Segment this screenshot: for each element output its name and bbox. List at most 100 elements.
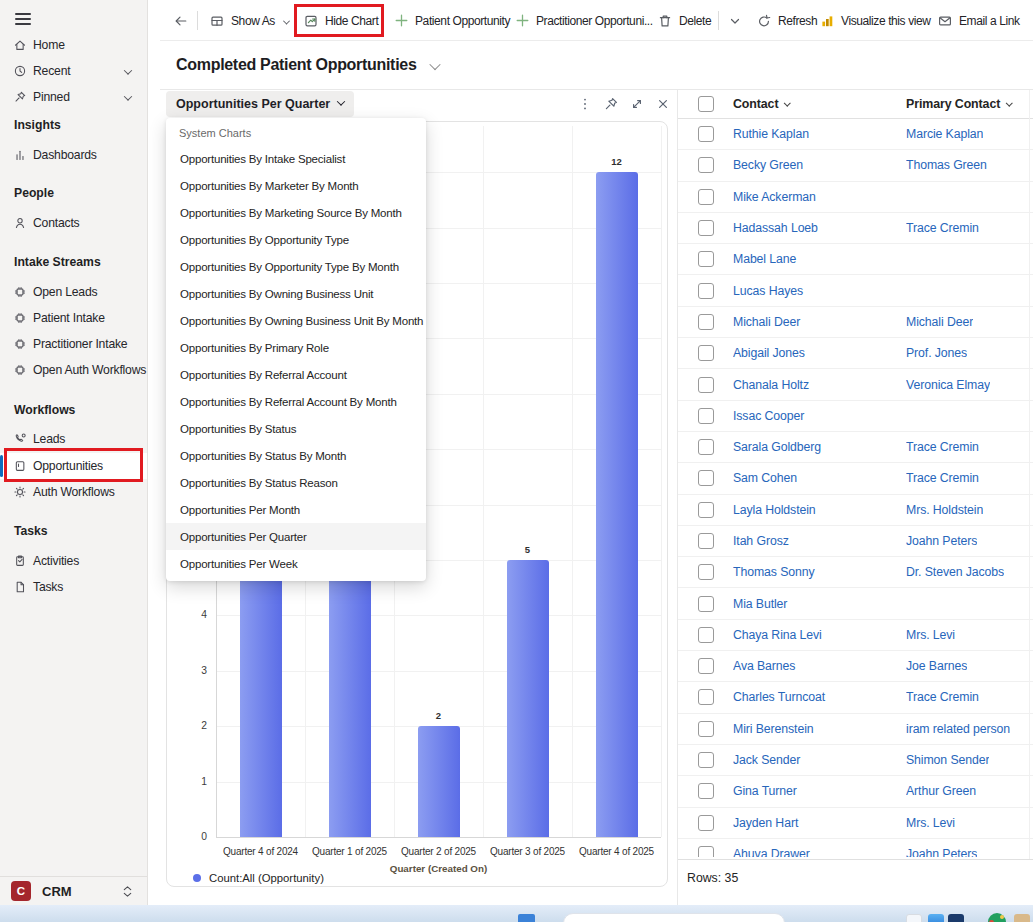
row-checkbox[interactable]: [698, 689, 714, 705]
sidebar-item-tasks[interactable]: Tasks: [0, 574, 147, 600]
taskbar-app-icon[interactable]: [906, 914, 922, 922]
sidebar-item-dashboards[interactable]: Dashboards: [0, 142, 147, 168]
menu-item-opportunities-by-owning-business-unit[interactable]: Opportunities By Owning Business Unit: [166, 280, 426, 307]
show-as-button[interactable]: Show As: [206, 5, 292, 36]
primary-contact-link[interactable]: Shimon Sender: [906, 753, 989, 767]
table-row[interactable]: Mabel Lane: [678, 244, 1033, 275]
primary-contact-link[interactable]: Joahn Peters: [906, 534, 977, 548]
primary-contact-link[interactable]: Veronica Elmay: [906, 378, 990, 392]
column-header-contact[interactable]: Contact: [733, 97, 906, 111]
delete-button[interactable]: Delete: [654, 5, 714, 36]
row-checkbox[interactable]: [698, 721, 714, 737]
back-button[interactable]: [170, 5, 192, 36]
row-checkbox[interactable]: [698, 533, 714, 549]
row-checkbox[interactable]: [698, 564, 714, 580]
new-practitioner-opportunity-button[interactable]: Practitioner Opportuni...: [512, 5, 656, 36]
table-row[interactable]: Mike Ackerman: [678, 182, 1033, 213]
menu-item-opportunities-by-opportunity-type-by-month[interactable]: Opportunities By Opportunity Type By Mon…: [166, 253, 426, 280]
menu-item-opportunities-by-status[interactable]: Opportunities By Status: [166, 415, 426, 442]
row-checkbox[interactable]: [698, 627, 714, 643]
contact-link[interactable]: Hadassah Loeb: [733, 221, 906, 235]
taskbar-app-icon[interactable]: [948, 914, 964, 922]
sidebar-item-open-auth-workflows[interactable]: Open Auth Workflows: [0, 357, 147, 383]
more-delete-button[interactable]: [724, 5, 746, 36]
table-row[interactable]: Thomas SonnyDr. Steven Jacobs: [678, 557, 1033, 588]
bar-quarter-2-of-2025[interactable]: [418, 726, 460, 837]
contact-link[interactable]: Ahuva Drawer: [733, 847, 906, 857]
sidebar-item-recent[interactable]: Recent: [0, 58, 147, 84]
row-checkbox[interactable]: [698, 502, 714, 518]
email-a-link-button[interactable]: Email a Link: [934, 5, 1023, 36]
primary-contact-link[interactable]: Marcie Kaplan: [906, 127, 983, 141]
menu-item-opportunities-by-primary-role[interactable]: Opportunities By Primary Role: [166, 334, 426, 361]
contact-link[interactable]: Miri Berenstein: [733, 722, 906, 736]
contact-link[interactable]: Mike Ackerman: [733, 190, 906, 204]
row-checkbox[interactable]: [698, 251, 714, 267]
row-checkbox[interactable]: [698, 846, 714, 857]
table-row[interactable]: Itah GroszJoahn Peters: [678, 526, 1033, 557]
contact-link[interactable]: Layla Holdstein: [733, 503, 906, 517]
row-checkbox[interactable]: [698, 408, 714, 424]
taskbar-app-icon[interactable]: [1014, 914, 1030, 922]
table-row[interactable]: Layla HoldsteinMrs. Holdstein: [678, 495, 1033, 526]
windows-logo-icon[interactable]: [518, 914, 535, 922]
row-checkbox[interactable]: [698, 157, 714, 173]
primary-contact-link[interactable]: Mrs. Holdstein: [906, 503, 983, 517]
table-row[interactable]: Hadassah LoebTrace Cremin: [678, 213, 1033, 244]
menu-item-opportunities-by-referral-account[interactable]: Opportunities By Referral Account: [166, 361, 426, 388]
contact-link[interactable]: Jack Sender: [733, 753, 906, 767]
row-checkbox[interactable]: [698, 439, 714, 455]
contact-link[interactable]: Mia Butler: [733, 597, 906, 611]
contact-link[interactable]: Chanala Holtz: [733, 378, 906, 392]
primary-contact-link[interactable]: Mrs. Levi: [906, 628, 955, 642]
row-checkbox[interactable]: [698, 658, 714, 674]
row-checkbox[interactable]: [698, 220, 714, 236]
refresh-button[interactable]: Refresh: [753, 5, 820, 36]
bar-quarter-3-of-2025[interactable]: [507, 560, 549, 837]
menu-item-opportunities-by-opportunity-type[interactable]: Opportunities By Opportunity Type: [166, 226, 426, 253]
row-checkbox[interactable]: [698, 596, 714, 612]
primary-contact-link[interactable]: Joahn Peters: [906, 847, 977, 857]
table-row[interactable]: Mia Butler: [678, 588, 1033, 619]
environment-switcher-icon[interactable]: [122, 885, 133, 898]
menu-item-opportunities-by-status-reason[interactable]: Opportunities By Status Reason: [166, 469, 426, 496]
chart-more-options-icon[interactable]: [576, 95, 593, 112]
menu-item-opportunities-per-month[interactable]: Opportunities Per Month: [166, 496, 426, 523]
table-row[interactable]: Ahuva DrawerJoahn Peters: [678, 839, 1033, 857]
close-chart-icon[interactable]: [654, 95, 671, 112]
contact-link[interactable]: Ava Barnes: [733, 659, 906, 673]
primary-contact-link[interactable]: Mrs. Levi: [906, 816, 955, 830]
row-checkbox[interactable]: [698, 815, 714, 831]
table-row[interactable]: Chaya Rina LeviMrs. Levi: [678, 620, 1033, 651]
row-checkbox[interactable]: [698, 345, 714, 361]
sidebar-item-activities[interactable]: Activities: [0, 548, 147, 574]
chevron-down-icon[interactable]: [125, 90, 131, 104]
sidebar-item-patient-intake[interactable]: Patient Intake: [0, 305, 147, 331]
row-checkbox[interactable]: [698, 752, 714, 768]
primary-contact-link[interactable]: Thomas Green: [906, 158, 987, 172]
sidebar-item-practitioner-intake[interactable]: Practitioner Intake: [0, 331, 147, 357]
row-checkbox[interactable]: [698, 377, 714, 393]
primary-contact-link[interactable]: Arthur Green: [906, 784, 976, 798]
primary-contact-link[interactable]: iram related person: [906, 722, 1010, 736]
chevron-down-icon[interactable]: [125, 64, 131, 78]
taskbar-app-icon[interactable]: [928, 914, 944, 922]
table-row[interactable]: Jack SenderShimon Sender: [678, 745, 1033, 776]
primary-contact-link[interactable]: Michali Deer: [906, 315, 973, 329]
contact-link[interactable]: Thomas Sonny: [733, 565, 906, 579]
row-checkbox[interactable]: [698, 126, 714, 142]
hamburger-menu-icon[interactable]: [15, 13, 31, 25]
primary-contact-link[interactable]: Trace Cremin: [906, 471, 979, 485]
select-all-checkbox[interactable]: [698, 96, 714, 112]
sidebar-item-contacts[interactable]: Contacts: [0, 210, 147, 236]
view-title-chevron-icon[interactable]: [431, 58, 439, 73]
primary-contact-link[interactable]: Joe Barnes: [906, 659, 967, 673]
contact-link[interactable]: Itah Grosz: [733, 534, 906, 548]
expand-chart-icon[interactable]: [628, 95, 645, 112]
table-row[interactable]: Jayden HartMrs. Levi: [678, 808, 1033, 839]
menu-item-opportunities-per-quarter[interactable]: Opportunities Per Quarter: [166, 523, 426, 550]
primary-contact-link[interactable]: Trace Cremin: [906, 440, 979, 454]
hide-chart-button[interactable]: Hide Chart: [300, 5, 381, 36]
visualize-this-view-button[interactable]: Visualize this view: [816, 5, 934, 36]
menu-item-opportunities-by-intake-specialist[interactable]: Opportunities By Intake Specialist: [166, 145, 426, 172]
